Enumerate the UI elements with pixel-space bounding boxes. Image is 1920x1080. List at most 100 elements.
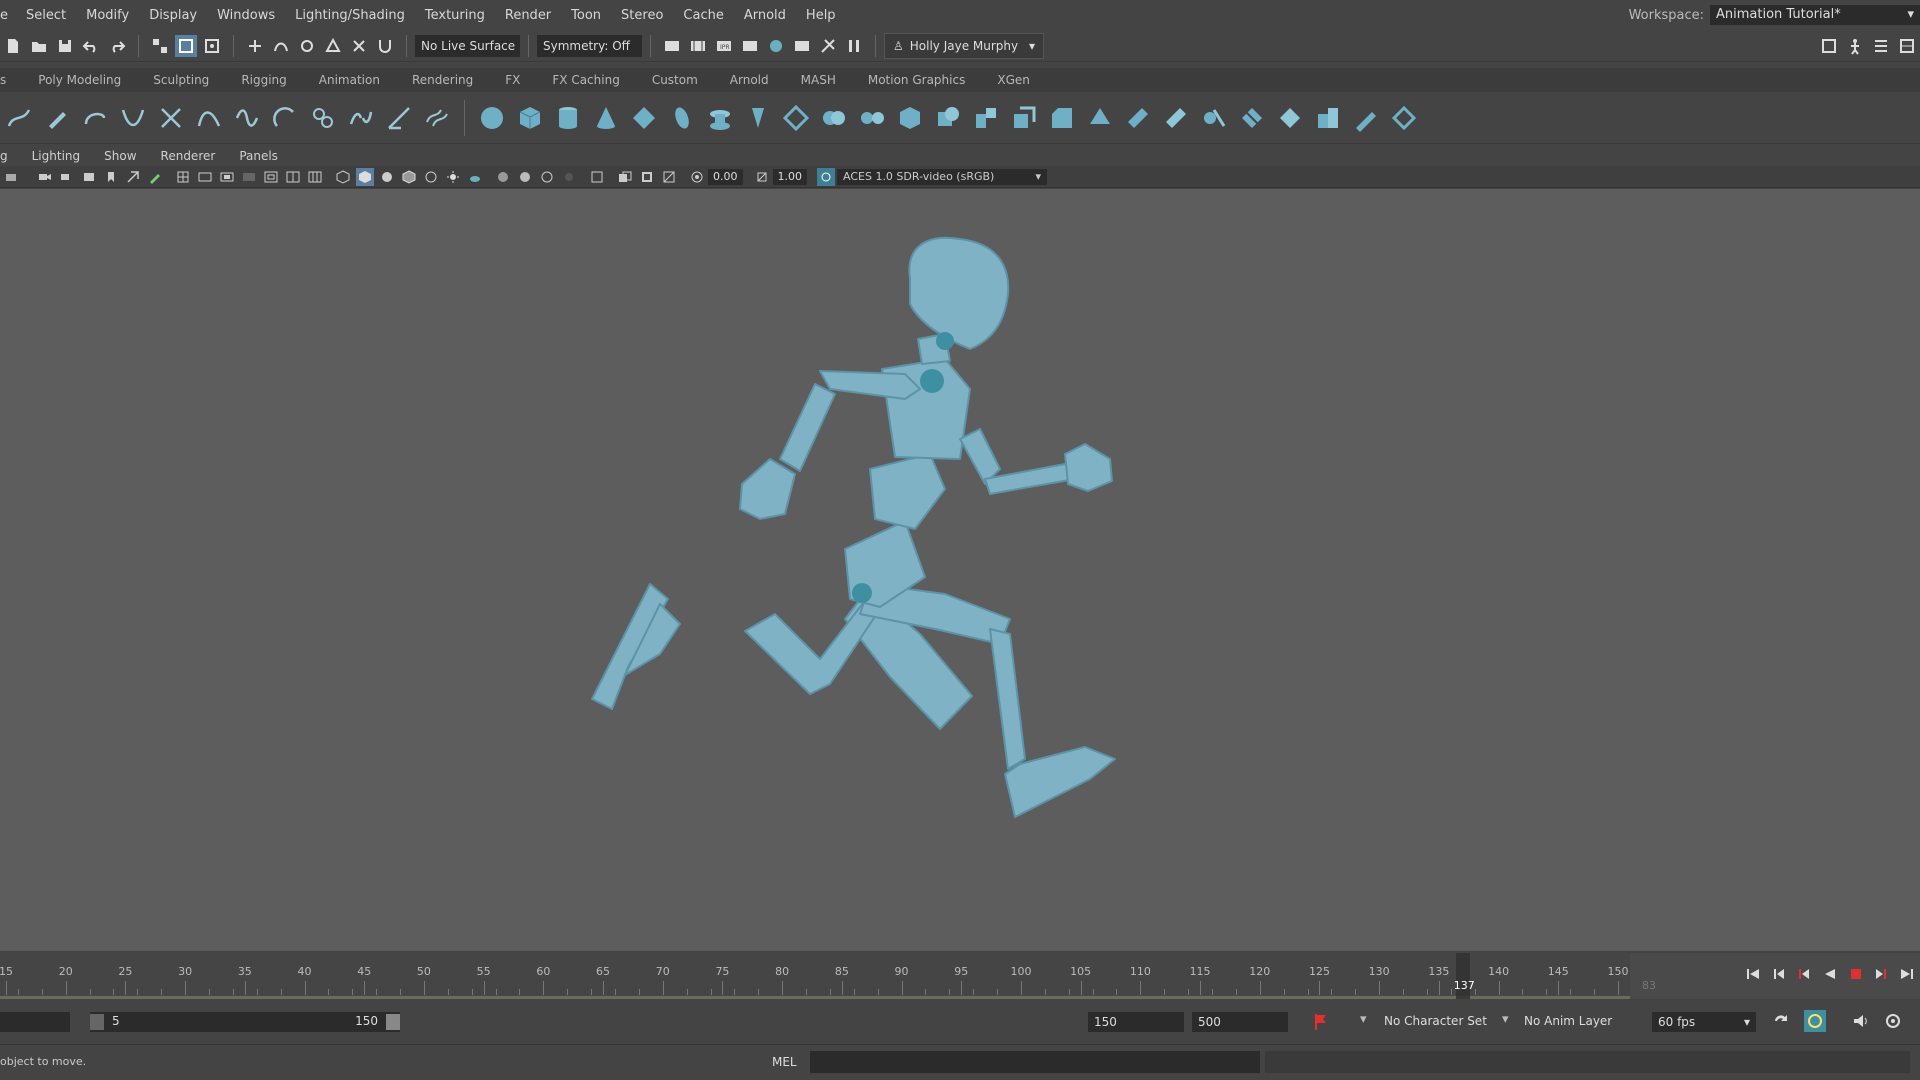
offset-curve-icon[interactable] <box>421 102 453 134</box>
range-start-handle[interactable] <box>90 1014 104 1030</box>
quad-draw-icon[interactable] <box>1312 102 1344 134</box>
tab-xgen[interactable]: XGen <box>981 73 1046 87</box>
xray-icon[interactable] <box>616 168 634 186</box>
channel-box-icon[interactable] <box>1896 35 1918 57</box>
poly-cone-icon[interactable] <box>590 102 622 134</box>
character-set-label[interactable]: No Character Set <box>1384 1014 1487 1028</box>
play-backwards-icon[interactable] <box>1822 966 1838 986</box>
range-end-handle[interactable] <box>386 1014 400 1030</box>
boolean-icon[interactable] <box>932 102 964 134</box>
snap-view-plane-icon[interactable] <box>322 35 344 57</box>
snap-curve-icon[interactable] <box>270 35 292 57</box>
hypershade-icon[interactable] <box>765 35 787 57</box>
render-sequence-icon[interactable] <box>791 35 813 57</box>
poly-svg-icon[interactable] <box>780 102 812 134</box>
film-gate-icon[interactable] <box>196 168 214 186</box>
menu-lighting-shading[interactable]: Lighting/Shading <box>285 8 415 23</box>
character-set-chevron-icon[interactable]: ▾ <box>1360 1012 1367 1027</box>
panel-menu-show[interactable]: Show <box>92 149 148 163</box>
menu-arnold[interactable]: Arnold <box>734 8 796 23</box>
pause-icon[interactable] <box>843 35 865 57</box>
panel-menu-panels[interactable]: Panels <box>227 149 290 163</box>
render-frame-icon[interactable] <box>687 35 709 57</box>
menu-toon[interactable]: Toon <box>561 8 611 23</box>
image-plane-icon[interactable] <box>80 168 98 186</box>
select-hierarchy-icon[interactable] <box>149 35 171 57</box>
sound-icon[interactable] <box>1852 1012 1870 1034</box>
running-character-model[interactable] <box>0 189 1920 951</box>
target-weld-icon[interactable] <box>1274 102 1306 134</box>
menu-select[interactable]: Select <box>16 8 76 23</box>
snap-point-icon[interactable] <box>296 35 318 57</box>
poly-cylinder-icon[interactable] <box>552 102 584 134</box>
snap-magnet-icon[interactable] <box>374 35 396 57</box>
menu-cache[interactable]: Cache <box>673 8 733 23</box>
safe-title-icon[interactable] <box>306 168 324 186</box>
smooth-shade-icon[interactable] <box>356 167 374 186</box>
workspace-dropdown[interactable]: Animation Tutorial* ▾ <box>1710 5 1920 25</box>
bezier-curve-icon[interactable] <box>117 102 149 134</box>
save-scene-icon[interactable] <box>54 35 76 57</box>
shadows-icon[interactable] <box>466 168 484 186</box>
combine-icon[interactable] <box>818 102 850 134</box>
tab-animation[interactable]: Animation <box>303 73 396 87</box>
attribute-editor-icon[interactable] <box>1870 35 1892 57</box>
new-scene-icon[interactable] <box>2 35 24 57</box>
grid-toggle-icon[interactable] <box>174 168 192 186</box>
edge-loop-icon[interactable] <box>1236 102 1268 134</box>
command-input-field[interactable] <box>810 1051 1260 1073</box>
user-account-button[interactable]: ♙ Holly Jaye Murphy ▾ <box>884 32 1044 59</box>
live-surface-field[interactable]: No Live Surface <box>415 34 520 57</box>
mirror-icon[interactable] <box>970 102 1002 134</box>
circular-arc-icon[interactable] <box>269 102 301 134</box>
bevel-icon[interactable] <box>1046 102 1078 134</box>
auto-key-icon[interactable] <box>1312 1012 1330 1036</box>
tab-mash[interactable]: MASH <box>785 73 852 87</box>
poly-cube-icon[interactable] <box>514 102 546 134</box>
redo-icon[interactable] <box>106 35 128 57</box>
isolate-select-icon[interactable] <box>588 168 606 186</box>
go-to-end-icon[interactable] <box>1899 966 1915 986</box>
menu-help[interactable]: Help <box>796 8 846 23</box>
wireframe-on-shaded-icon[interactable] <box>400 168 418 186</box>
anim-layer-label[interactable]: No Anim Layer <box>1524 1014 1612 1028</box>
tab-arnold[interactable]: Arnold <box>714 73 785 87</box>
character-controls-icon[interactable] <box>1844 35 1866 57</box>
panel-menu-shading[interactable]: g <box>0 149 20 163</box>
default-material-icon[interactable] <box>378 168 396 186</box>
sine-curve-icon[interactable] <box>231 102 263 134</box>
preferences-icon[interactable] <box>1884 1012 1902 1034</box>
poly-torus-icon[interactable] <box>704 102 736 134</box>
field-chart-icon[interactable] <box>262 168 280 186</box>
current-time-indicator[interactable] <box>1455 953 1470 999</box>
color-space-dropdown[interactable]: ACES 1.0 SDR-video (sRGB) ▾ <box>837 168 1047 185</box>
select-camera-icon[interactable] <box>2 168 20 186</box>
time-ruler[interactable]: 15 20 25 30 35 40 45 50 55 60 65 70 75 80 85 90 95 100 105… <box>0 953 1630 999</box>
xray-active-components-icon[interactable] <box>660 168 678 186</box>
render-settings-icon[interactable] <box>739 35 761 57</box>
2d-pan-zoom-icon[interactable] <box>124 168 142 186</box>
fill-hole-icon[interactable] <box>1160 102 1192 134</box>
use-all-lights-icon[interactable] <box>444 168 462 186</box>
go-to-start-icon[interactable] <box>1745 966 1761 986</box>
animation-start-field[interactable] <box>0 1012 70 1032</box>
separate-icon[interactable] <box>856 102 888 134</box>
grease-pencil-icon[interactable] <box>146 168 164 186</box>
step-back-key-icon[interactable] <box>1796 966 1812 986</box>
symmetry-field[interactable]: Symmetry: Off <box>537 34 642 57</box>
tab-rendering[interactable]: Rendering <box>396 73 489 87</box>
xray-joints-icon[interactable] <box>638 168 656 186</box>
menu-texturing[interactable]: Texturing <box>415 8 495 23</box>
stop-icon[interactable] <box>1848 966 1864 986</box>
fps-dropdown[interactable]: 60 fps ▾ <box>1652 1012 1756 1032</box>
undo-icon[interactable] <box>80 35 102 57</box>
open-scene-icon[interactable] <box>28 35 50 57</box>
poly-plane-icon[interactable] <box>628 102 660 134</box>
bridge-icon[interactable] <box>1084 102 1116 134</box>
poly-disc-icon[interactable] <box>666 102 698 134</box>
pencil-curve-icon[interactable] <box>41 102 73 134</box>
anti-aliasing-icon[interactable] <box>538 168 556 186</box>
render-view-icon[interactable] <box>661 35 683 57</box>
uv-editor-icon[interactable] <box>1388 102 1420 134</box>
smooth-icon[interactable] <box>894 102 926 134</box>
